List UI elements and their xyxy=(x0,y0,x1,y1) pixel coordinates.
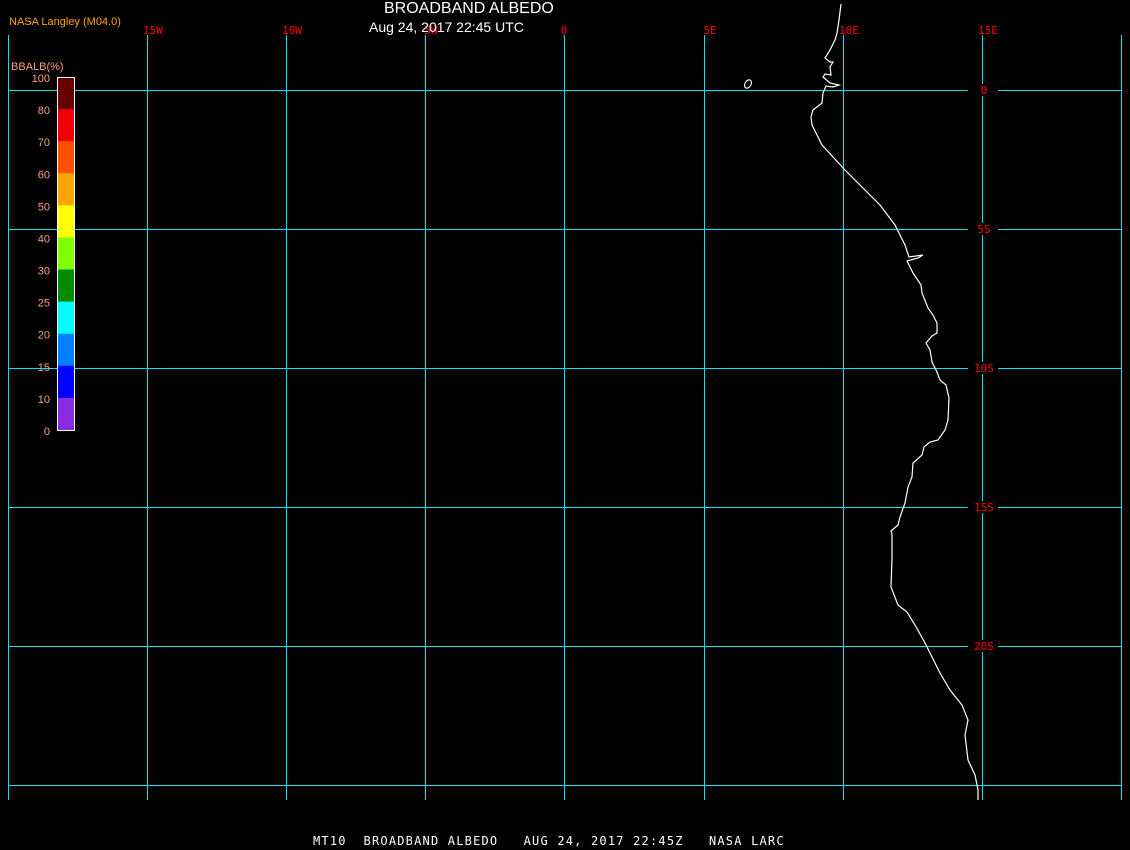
colorbar-segment xyxy=(57,205,74,238)
colorbar-segment xyxy=(57,397,74,431)
lat-label-15S: 15S xyxy=(974,501,994,514)
lat-label-10S: 10S xyxy=(974,362,994,375)
colorbar-tick-label: 20 xyxy=(38,330,50,342)
colorbar-tick-label: 25 xyxy=(38,298,50,310)
coastline xyxy=(810,3,979,800)
colorbar-tick-label: 40 xyxy=(38,233,50,245)
colorbar-segment xyxy=(57,141,74,174)
colorbar-segment xyxy=(57,269,74,303)
lon-label-15E: 15E xyxy=(978,24,998,37)
lon-label-10E: 10E xyxy=(839,24,859,37)
colorbar-tick-label: 100 xyxy=(32,73,50,85)
lon-label-10W: 10W xyxy=(282,24,302,37)
colorbar-tick-label: 15 xyxy=(38,362,50,374)
lat-label-20S: 20S xyxy=(974,640,994,653)
colorbar-tick-label: 30 xyxy=(38,266,50,278)
colorbar-tick-label: 80 xyxy=(38,105,50,117)
colorbar-segment xyxy=(57,173,74,206)
footer-caption: MT10 BROADBAND ALBEDO AUG 24, 2017 22:45… xyxy=(313,834,785,848)
colorbar-tick-label: 0 xyxy=(44,426,50,438)
colorbar-segment xyxy=(57,109,74,142)
map-subtitle: Aug 24, 2017 22:45 UTC xyxy=(369,19,524,35)
colorbar-segment xyxy=(57,237,74,271)
lat-label-0: 0 xyxy=(981,84,988,97)
lon-label-15W: 15W xyxy=(143,24,163,37)
island-outline xyxy=(743,79,753,89)
colorbar-segment xyxy=(57,333,74,367)
colorbar-tick-label: 50 xyxy=(38,201,50,213)
colorbar-title: BBALB(%) xyxy=(11,61,64,73)
colorbar-tick-label: 10 xyxy=(38,394,50,406)
colorbar-segment xyxy=(57,77,74,110)
credit-label: NASA Langley (M04.0) xyxy=(9,16,121,28)
lon-label-5E: 5E xyxy=(703,24,716,37)
colorbar-segment xyxy=(57,301,74,335)
lat-label-5S: 5S xyxy=(977,223,990,236)
map-title: BROADBAND ALBEDO xyxy=(384,0,554,17)
map-canvas: 15W 10W 5W 0 5E 10E 15E 0 5S 10S 15S 20S 100 80 70 60 50… xyxy=(0,0,1130,850)
colorbar-segment xyxy=(57,365,74,399)
colorbar-tick-label: 70 xyxy=(38,137,50,149)
map-svg: 15W 10W 5W 0 5E 10E 15E05S10S15S20S10080706050… xyxy=(8,3,1122,800)
colorbar-tick-label: 60 xyxy=(38,169,50,181)
lon-label-0: 0 xyxy=(561,24,568,37)
